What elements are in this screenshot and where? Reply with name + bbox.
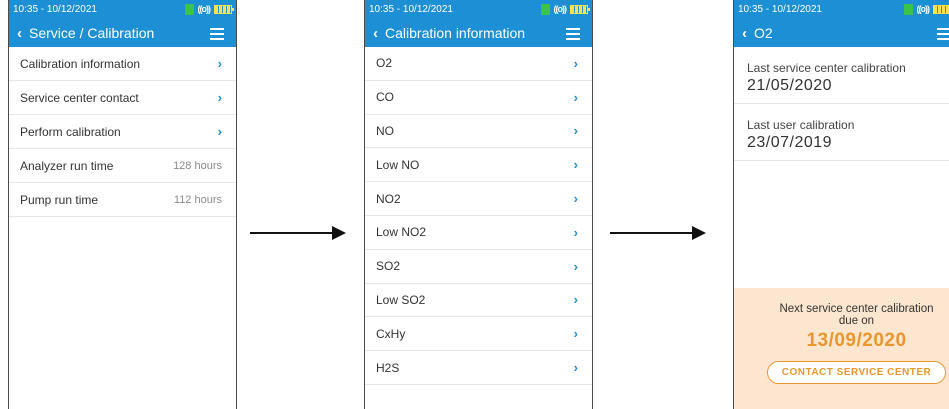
gas-list: O2 › CO › NO › Low NO › NO2 › Low NO2 › SO2 › Low SO2 ›… [365,47,592,385]
gas-item[interactable]: CxHy › [365,317,592,352]
gas-label: O2 [376,56,393,71]
item-value: 112 hours [173,193,222,206]
wireless-icon: ((o)) [197,4,211,14]
last-service-calibration: Last service center calibration 21/05/20… [734,47,949,104]
menu-item-perform-calibration[interactable]: Perform calibration › [9,115,236,149]
contact-service-center-button[interactable]: CONTACT SERVICE CENTER [766,361,947,384]
wireless-icon: ((o)) [916,4,930,14]
page-title: O2 [754,25,773,41]
chevron-right-icon: › [573,123,578,139]
menu-icon[interactable] [566,28,580,43]
gas-item[interactable]: O2 › [365,47,592,81]
chevron-right-icon: › [573,292,578,308]
next-calibration-text: Next service center calibration [779,303,934,315]
chevron-right-icon: › [217,90,222,105]
header: ‹ O2 [734,19,949,47]
back-icon[interactable]: ‹ [365,25,385,42]
gas-label: H2S [376,360,400,375]
last-user-calibration: Last user calibration 23/07/2019 [734,104,949,161]
last-service-date: 21/05/2020 [747,77,833,94]
item-label: Analyzer run time [20,158,114,173]
sd-card-icon [903,4,913,15]
back-icon[interactable]: ‹ [9,25,29,42]
gas-item[interactable]: Low NO › [365,148,592,183]
battery-icon [933,5,949,14]
next-calibration-panel: Next service center calibration due on 1… [734,288,949,409]
header: ‹ Calibration information [365,19,592,47]
page-title: Service / Calibration [29,25,155,41]
back-icon[interactable]: ‹ [734,25,754,42]
menu-icon[interactable] [210,28,224,43]
due-on-text: due on [838,315,875,327]
menu-item-calibration-information[interactable]: Calibration information › [9,47,236,81]
gas-label: Low NO2 [376,225,427,240]
status-time: 10:35 - 10/12/2021 [369,4,453,15]
gas-item[interactable]: Low SO2 › [365,284,592,318]
gas-label: SO2 [376,259,401,274]
status-time: 10:35 - 10/12/2021 [13,4,97,15]
wireless-icon: ((o)) [553,4,567,14]
item-value: 128 hours [173,159,222,172]
gas-item[interactable]: CO › [365,81,592,115]
gas-item[interactable]: H2S › [365,351,592,385]
info-row-analyzer-run-time: Analyzer run time 128 hours [9,149,236,183]
chevron-right-icon: › [573,191,578,207]
item-label: Perform calibration [20,124,121,139]
gas-label: Low NO [376,157,420,172]
status-time: 10:35 - 10/12/2021 [738,4,822,15]
chevron-right-icon: › [573,89,578,105]
next-calibration-date: 13/09/2020 [806,330,907,351]
flow-arrow-2 [610,226,706,240]
chevron-right-icon: › [573,224,578,240]
gas-label: CO [376,90,394,105]
page-title: Calibration information [385,25,526,41]
last-user-date: 23/07/2019 [747,134,833,151]
item-label: Calibration information [20,56,141,71]
chevron-right-icon: › [573,360,578,376]
status-bar: 10:35 - 10/12/2021 ((o)) [365,0,592,19]
item-label: Pump run time [20,192,99,207]
info-row-pump-run-time: Pump run time 112 hours [9,183,236,217]
menu-icon[interactable] [937,28,949,43]
gas-label: Low SO2 [376,292,426,307]
chevron-right-icon: › [217,124,222,139]
last-service-label: Last service center calibration [747,61,906,75]
gas-item[interactable]: NO › [365,115,592,149]
battery-icon [570,5,590,14]
gas-item[interactable]: Low NO2 › [365,216,592,250]
status-bar: 10:35 - 10/12/2021 ((o)) [734,0,949,19]
gas-item[interactable]: NO2 › [365,182,592,216]
item-label: Service center contact [20,90,139,105]
chevron-right-icon: › [573,326,578,342]
gas-label: NO2 [376,191,401,206]
screen-calibration-information: 10:35 - 10/12/2021 ((o)) ‹ Calibration i… [364,0,593,409]
chevron-right-icon: › [573,55,578,71]
screen-service-calibration: 10:35 - 10/12/2021 ((o)) ‹ Service / Cal… [8,0,237,409]
last-user-label: Last user calibration [747,118,855,132]
screen-o2-calibration: 10:35 - 10/12/2021 ((o)) ‹ O2 Last servi… [733,0,949,409]
gas-label: NO [376,123,394,138]
chevron-right-icon: › [217,56,222,71]
menu-item-service-center-contact[interactable]: Service center contact › [9,81,236,115]
status-bar: 10:35 - 10/12/2021 ((o)) [9,0,236,19]
flow-arrow-1 [250,226,346,240]
header: ‹ Service / Calibration [9,19,236,47]
chevron-right-icon: › [573,258,578,274]
gas-label: CxHy [376,326,406,341]
gas-item[interactable]: SO2 › [365,250,592,284]
chevron-right-icon: › [573,157,578,173]
sd-card-icon [540,4,550,15]
sd-card-icon [184,4,194,15]
battery-icon [214,5,234,14]
